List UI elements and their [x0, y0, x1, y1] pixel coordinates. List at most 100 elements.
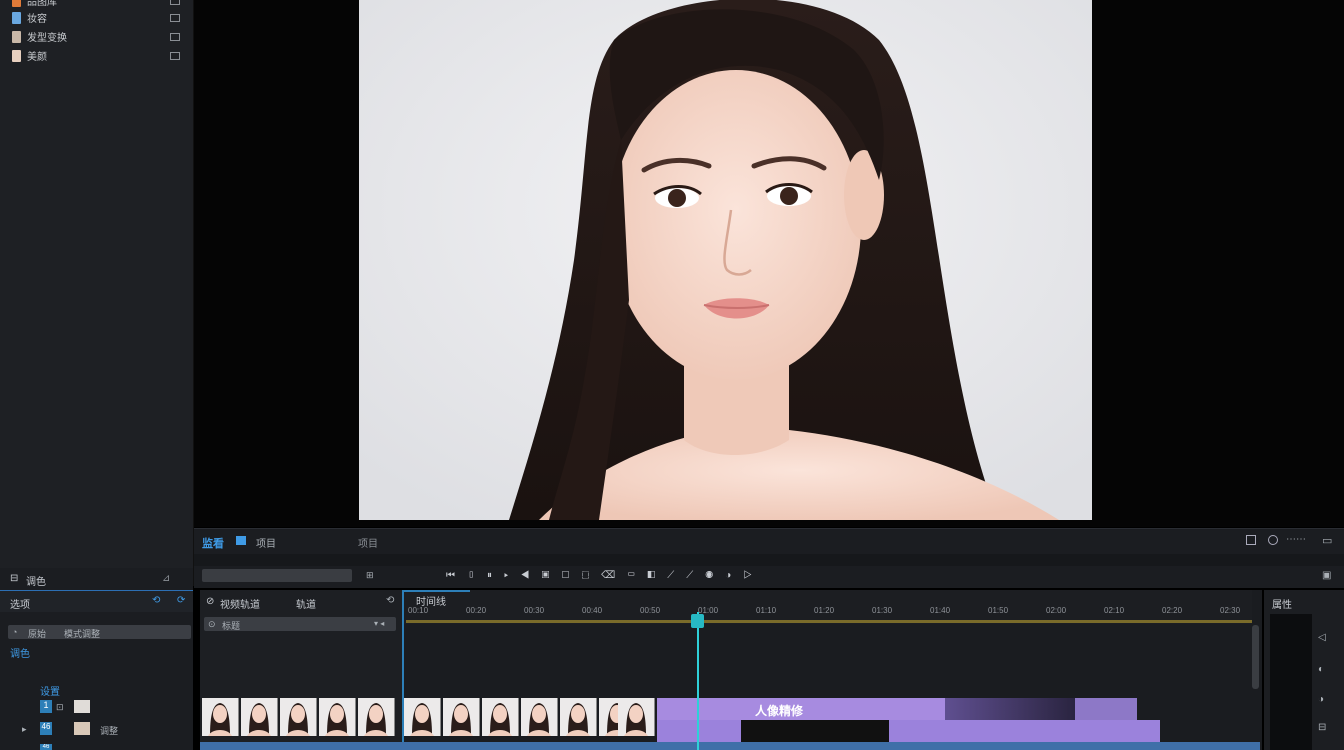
tick-label: 00:40 — [582, 606, 603, 615]
tick-label: 00:20 — [466, 606, 487, 615]
section-color[interactable]: 调色 — [10, 645, 30, 660]
link-icon[interactable]: ⟲ — [152, 595, 160, 606]
item-label: 美颜 — [27, 52, 47, 63]
settings-icon[interactable] — [1268, 535, 1278, 545]
lock-icon[interactable]: ⊡ — [56, 702, 64, 713]
monitor-icon[interactable] — [236, 536, 246, 545]
tick-label: 02:30 — [1220, 606, 1241, 615]
tick-label: 00:10 — [408, 606, 429, 615]
tab-monitor[interactable]: 监看 — [202, 535, 224, 551]
tick-label: 01:30 — [872, 606, 893, 615]
track-thumbnail — [74, 722, 90, 735]
tick-label: 00:50 — [640, 606, 661, 615]
track-row-controls[interactable]: ▾ ◂ — [374, 619, 384, 628]
track-icon: ⊙ — [208, 619, 216, 629]
volume-icon[interactable]: ◁ — [1318, 632, 1326, 643]
clip-thumbnail — [319, 698, 356, 736]
grid-icon[interactable] — [170, 13, 180, 22]
track-thumbnail — [74, 700, 90, 713]
project-panel — [0, 0, 194, 586]
tick-label: 00:30 — [524, 606, 545, 615]
title-clip[interactable]: 人像精修 — [657, 698, 945, 720]
more-icon[interactable]: ⋯⋯ — [1286, 534, 1306, 545]
effects-panel-title: 调色 — [26, 577, 46, 588]
transport-controls[interactable]: ⏮▯⏸▸◀▣▢⬚⌫▭◧⟋⟋◉◑▷ — [446, 570, 764, 581]
menu-icon[interactable]: ⊞ — [366, 570, 374, 581]
tick-label: 02:00 — [1046, 606, 1067, 615]
track-adjust-label: 调整 — [100, 726, 119, 736]
audio-badge-2[interactable]: 46 — [40, 744, 52, 750]
tracks-menu-icon[interactable]: ⊘ — [206, 596, 214, 607]
video-tracks-title: 视频轨道 — [220, 600, 260, 611]
video-badge[interactable]: 1 — [40, 700, 52, 713]
expand-icon[interactable]: ▭ — [1322, 534, 1332, 547]
item-label: 发型变换 — [27, 33, 67, 44]
work-area-bar[interactable] — [406, 620, 1252, 623]
tracks-settings-icon[interactable]: ⟲ — [386, 595, 394, 606]
preset-original: 原始 — [28, 629, 47, 639]
record-icon[interactable]: ◑ — [1318, 694, 1324, 705]
audio-meter — [1270, 614, 1312, 750]
effects-option-label: 选项 — [10, 600, 30, 611]
clip-tail[interactable] — [1075, 698, 1137, 720]
clip-thumbnail — [443, 698, 480, 736]
project-item[interactable]: 美颜 — [0, 46, 190, 65]
item-thumbnail — [12, 11, 21, 24]
gap-clip[interactable] — [741, 720, 889, 742]
clip-thumbnail — [241, 698, 278, 736]
clip-thumbnail — [358, 698, 395, 736]
timeline-scrollbar[interactable] — [1252, 625, 1259, 689]
clip-thumbnail — [482, 698, 519, 736]
clip-thumbnail — [280, 698, 317, 736]
adjustment-clip[interactable] — [657, 720, 1160, 742]
clip-title: 人像精修 — [755, 704, 804, 718]
grid-icon[interactable] — [170, 51, 180, 60]
clip-transition[interactable] — [945, 698, 1075, 720]
panel-menu-icon[interactable]: ⊿ — [162, 573, 170, 584]
solo-icon[interactable]: ◐ — [1318, 664, 1324, 675]
tick-label: 01:40 — [930, 606, 951, 615]
tab-project[interactable]: 项目 — [256, 535, 276, 550]
item-label: 妆容 — [27, 14, 47, 25]
refresh-icon[interactable]: ⟳ — [177, 595, 185, 606]
tick-label: 01:20 — [814, 606, 835, 615]
clip-thumbnail — [404, 698, 441, 736]
preset-icon: ◔ — [12, 627, 18, 637]
arrow-icon: ▸ — [22, 724, 27, 734]
item-thumbnail — [12, 0, 21, 7]
grid-icon[interactable] — [170, 0, 180, 5]
fullscreen-icon[interactable]: ▣ — [1322, 570, 1331, 581]
track-title-label: 标题 — [222, 621, 241, 631]
tab-project-2[interactable]: 项目 — [358, 535, 378, 550]
tracks-subtitle: 轨道 — [296, 600, 316, 611]
clip-thumbnail — [521, 698, 558, 736]
audio-badge[interactable]: 46 — [40, 722, 52, 735]
viewer-ruler — [194, 554, 1344, 566]
project-item[interactable]: 发型变换 — [0, 27, 190, 46]
timeline-tab-indicator — [404, 590, 470, 592]
clip-thumbnail — [202, 698, 239, 736]
portrait-image — [359, 0, 1092, 520]
playhead-line — [697, 612, 699, 750]
tick-label: 02:10 — [1104, 606, 1125, 615]
project-item[interactable]: 妆容 — [0, 8, 190, 27]
item-thumbnail — [12, 30, 21, 43]
item-thumbnail — [12, 49, 21, 62]
section-settings[interactable]: 设置 — [40, 683, 60, 698]
timecode-field[interactable] — [202, 569, 352, 582]
clip-thumbnail — [618, 698, 655, 736]
audio-track-bar[interactable] — [200, 742, 1260, 750]
layout-icon[interactable] — [1246, 535, 1256, 545]
item-label: 品图库 — [27, 0, 57, 8]
tick-label: 01:50 — [988, 606, 1009, 615]
mute-icon[interactable]: ⊟ — [1318, 722, 1326, 733]
clip-thumbnail — [560, 698, 597, 736]
grid-icon[interactable] — [170, 32, 180, 41]
properties-title: 属性 — [1272, 600, 1292, 611]
panel-title-icon: ⊟ — [10, 573, 19, 584]
preset-mode: 模式调整 — [64, 629, 101, 639]
preview-frame — [359, 0, 1092, 520]
tick-label: 01:10 — [756, 606, 777, 615]
tick-label: 02:20 — [1162, 606, 1183, 615]
playhead-handle[interactable] — [691, 614, 704, 628]
